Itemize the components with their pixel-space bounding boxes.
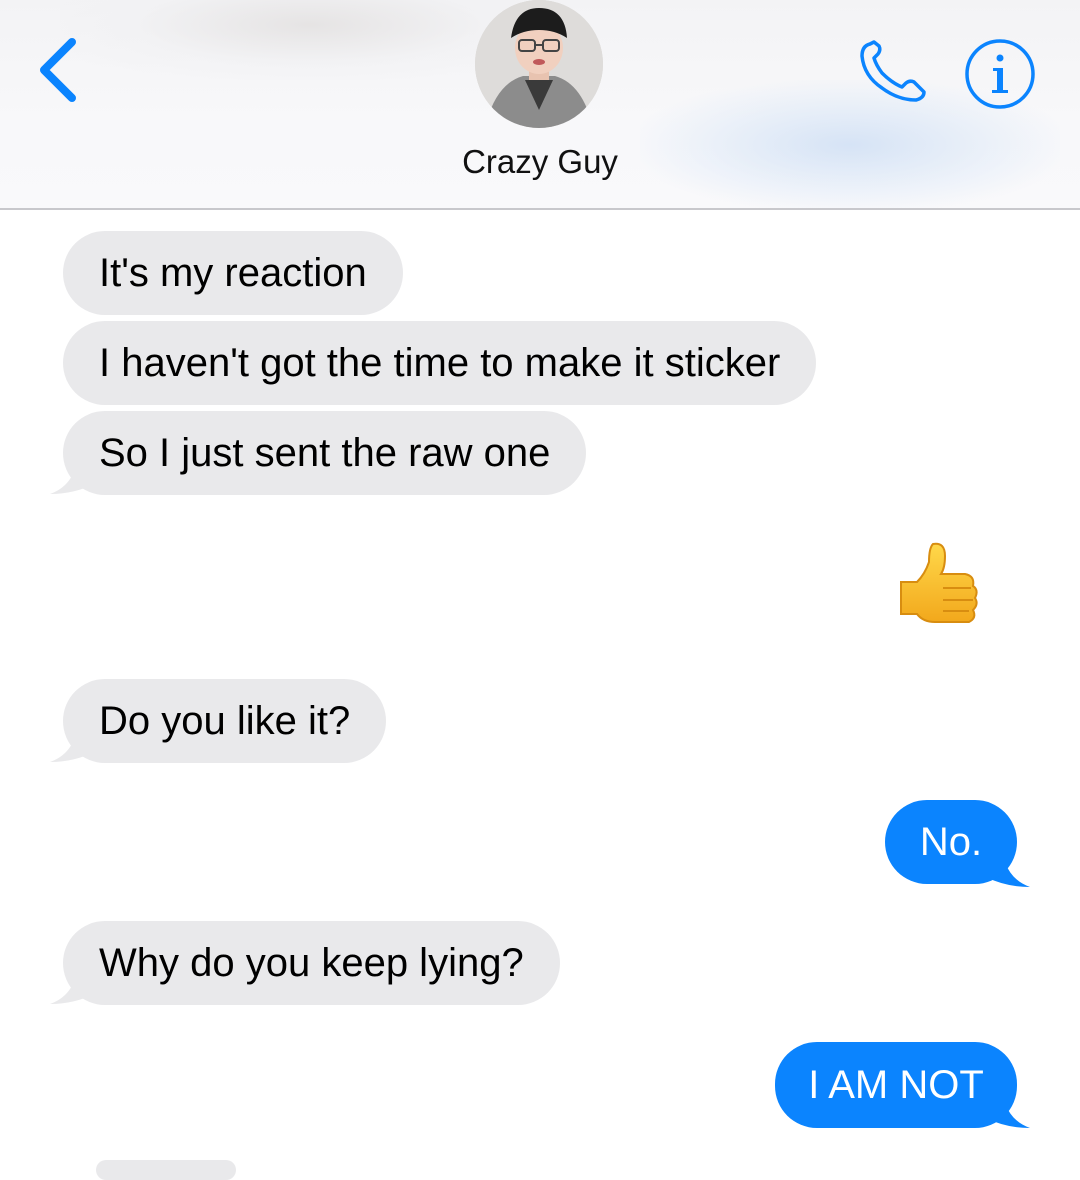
message-text: Do you like it? <box>99 699 351 743</box>
message-bubble-incoming[interactable]: It's my reaction <box>63 231 403 315</box>
back-button[interactable] <box>28 30 98 110</box>
message-bubble-outgoing[interactable]: I AM NOT <box>775 1042 1017 1128</box>
message-bubble-incoming-partial[interactable] <box>96 1160 236 1180</box>
message-text: I haven't got the time to make it sticke… <box>99 341 781 385</box>
message-text: No. <box>919 820 983 864</box>
message-bubble-outgoing[interactable]: No. <box>885 800 1017 884</box>
contact-name[interactable]: Crazy Guy <box>340 143 740 181</box>
message-bubble-incoming[interactable]: So I just sent the raw one <box>63 411 587 495</box>
message-text: I AM NOT <box>808 1063 984 1107</box>
message-bubble-incoming[interactable]: Do you like it? <box>63 679 387 763</box>
conversation-header: Crazy Guy <box>0 0 1080 210</box>
message-text: So I just sent the raw one <box>99 431 551 475</box>
thumbs-up-emoji[interactable] <box>895 540 981 630</box>
chevron-left-icon <box>40 38 76 102</box>
message-text: Why do you keep lying? <box>99 941 524 985</box>
message-text: It's my reaction <box>99 251 367 295</box>
info-icon <box>965 39 1035 109</box>
phone-icon <box>860 40 926 102</box>
message-bubble-incoming[interactable]: I haven't got the time to make it sticke… <box>63 321 817 405</box>
info-button[interactable] <box>962 36 1038 112</box>
call-button[interactable] <box>852 36 932 108</box>
contact-avatar[interactable] <box>475 0 603 128</box>
avatar-photo <box>475 0 603 128</box>
message-bubble-incoming[interactable]: Why do you keep lying? <box>63 921 560 1005</box>
